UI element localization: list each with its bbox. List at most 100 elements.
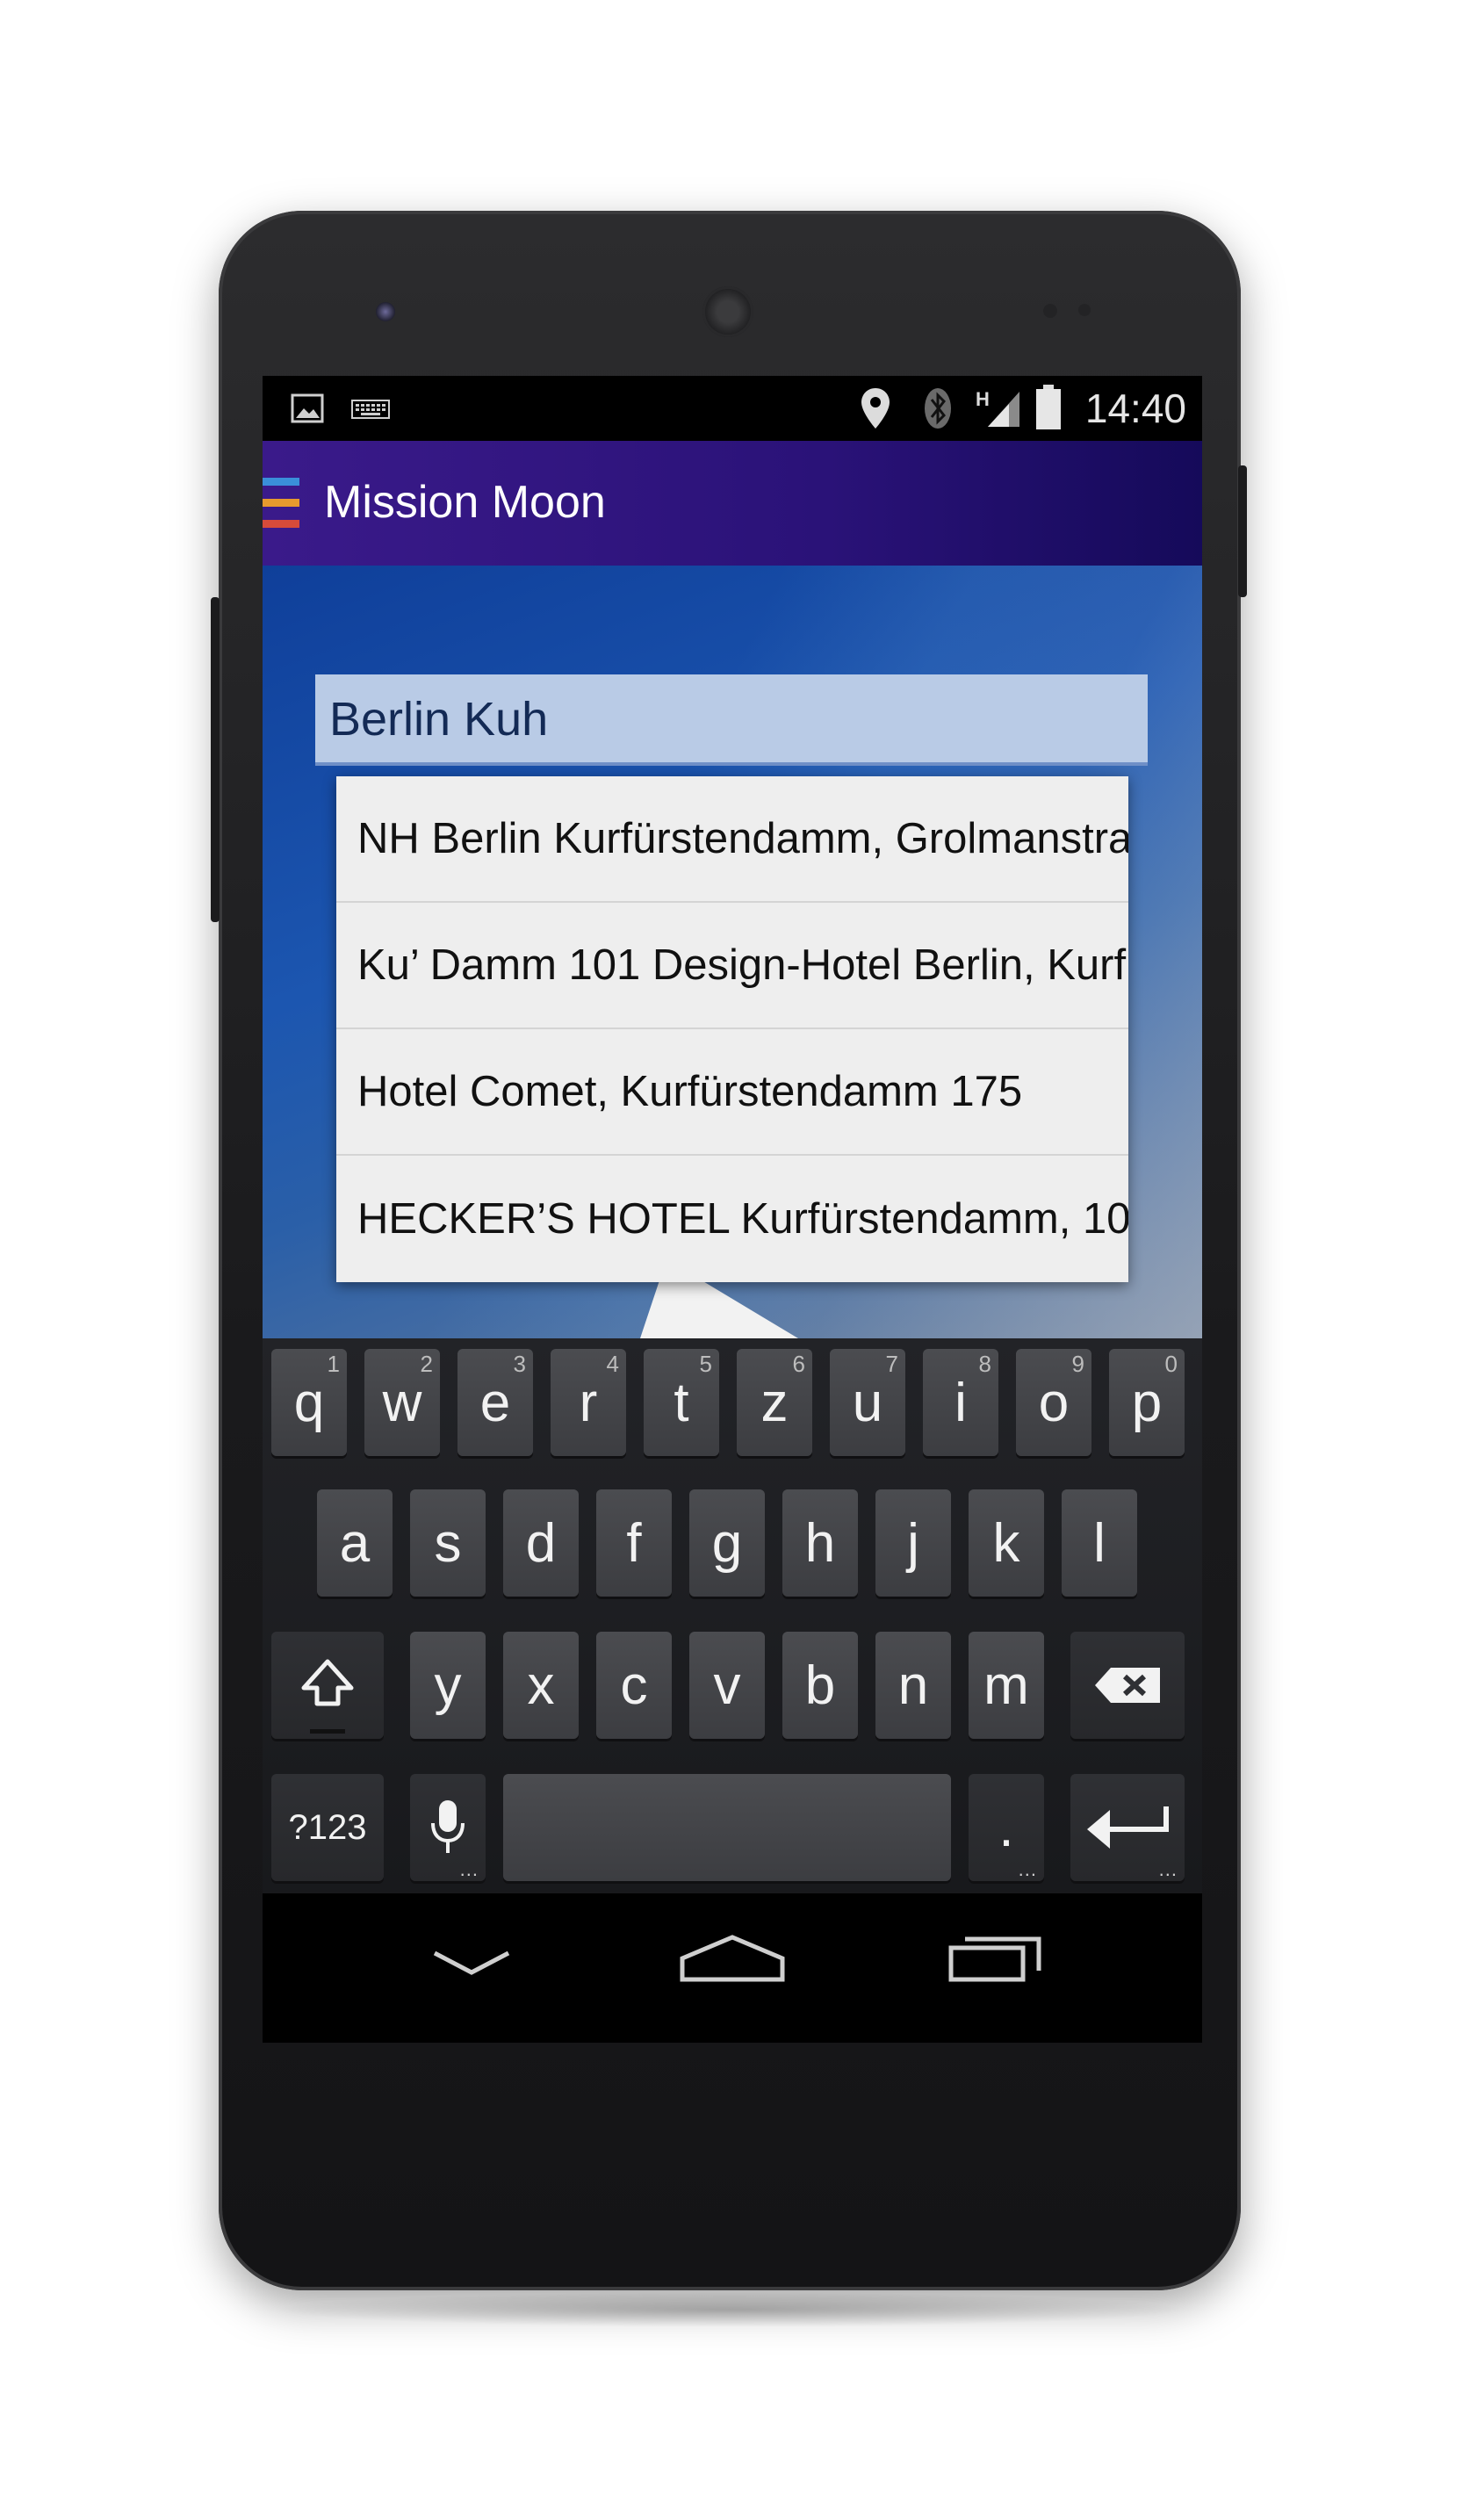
network-type: H [976, 388, 990, 410]
search-input[interactable] [328, 674, 1139, 764]
key-v[interactable]: v [689, 1632, 765, 1739]
key-hint: 8 [978, 1351, 991, 1377]
key-h[interactable]: h [782, 1489, 858, 1597]
more-indicator: ... [1158, 1858, 1178, 1880]
key-label: q [293, 1372, 325, 1433]
signal-icon: H [976, 388, 1019, 427]
key-label: t [674, 1372, 689, 1433]
home-icon[interactable] [679, 1932, 786, 1985]
key-i[interactable]: i8 [923, 1349, 998, 1456]
screen: H 14:40 Mission Moon NH Berlin Kurfürste… [263, 376, 1202, 2043]
key-hint: 3 [513, 1351, 526, 1377]
key-label: c [620, 1655, 648, 1716]
key-o[interactable]: o9 [1016, 1349, 1091, 1456]
key-label: w [382, 1372, 422, 1433]
keyboard: q1 w2 e3 r4 t5 z6 u7 i8 o9 p0 a s d f g … [263, 1338, 1202, 1893]
key-s[interactable]: s [410, 1489, 486, 1597]
key-label: d [525, 1512, 557, 1574]
symbols-key[interactable]: ?123 [271, 1774, 384, 1881]
keyboard-icon [351, 400, 390, 419]
autocomplete-dropdown: NH Berlin Kurfürstendamm, Grolmanstraße … [336, 776, 1128, 1282]
key-hint: 0 [1164, 1351, 1178, 1377]
battery-icon [1036, 385, 1061, 429]
enter-icon [1087, 1806, 1169, 1849]
suggestion-item[interactable]: NH Berlin Kurfürstendamm, Grolmanstraße [336, 776, 1128, 903]
shift-key[interactable] [271, 1632, 384, 1739]
key-m[interactable]: m [969, 1632, 1044, 1739]
navigation-bar [263, 1893, 1202, 2043]
key-a[interactable]: a [317, 1489, 393, 1597]
key-hint: 6 [792, 1351, 805, 1377]
recents-icon[interactable] [947, 1932, 1044, 1985]
key-k[interactable]: k [969, 1489, 1044, 1597]
key-d[interactable]: d [503, 1489, 579, 1597]
microphone-key[interactable]: ... [410, 1774, 486, 1881]
volume-button[interactable] [211, 597, 220, 922]
key-label: m [983, 1655, 1029, 1716]
key-l[interactable]: l [1062, 1489, 1137, 1597]
search-field[interactable] [315, 674, 1148, 766]
key-label: u [852, 1372, 883, 1433]
shift-indicator [310, 1729, 345, 1734]
action-bar: Mission Moon [263, 441, 1202, 566]
key-label: j [907, 1512, 919, 1574]
key-f[interactable]: f [596, 1489, 672, 1597]
key-t[interactable]: t5 [644, 1349, 719, 1456]
earpiece-speaker [702, 286, 753, 337]
bluetooth-icon [925, 388, 951, 429]
image-icon [291, 393, 324, 423]
key-label: y [434, 1655, 462, 1716]
key-x[interactable]: x [503, 1632, 579, 1739]
key-label: g [711, 1512, 743, 1574]
app-title: Mission Moon [324, 477, 606, 528]
front-camera [376, 302, 395, 321]
symbols-label: ?123 [288, 1807, 367, 1847]
light-sensor [1078, 304, 1091, 316]
suggestion-item[interactable]: HECKER’S HOTEL Kurfürstendamm, 10623 [336, 1156, 1128, 1282]
enter-key[interactable]: ... [1070, 1774, 1185, 1881]
key-label: a [339, 1512, 371, 1574]
key-label: s [434, 1512, 462, 1574]
key-y[interactable]: y [410, 1632, 486, 1739]
space-bar[interactable] [503, 1774, 951, 1881]
key-label: e [479, 1372, 511, 1433]
key-hint: 9 [1071, 1351, 1084, 1377]
key-label: z [760, 1372, 789, 1433]
key-label: f [626, 1512, 642, 1574]
key-n[interactable]: n [875, 1632, 951, 1739]
backspace-icon [1095, 1668, 1160, 1703]
key-c[interactable]: c [596, 1632, 672, 1739]
suggestion-item[interactable]: Ku’ Damm 101 Design-Hotel Berlin, Kurfür… [336, 903, 1128, 1029]
key-e[interactable]: e3 [457, 1349, 533, 1456]
key-j[interactable]: j [875, 1489, 951, 1597]
key-p[interactable]: p0 [1109, 1349, 1185, 1456]
key-g[interactable]: g [689, 1489, 765, 1597]
location-icon [861, 388, 890, 429]
backspace-key[interactable] [1070, 1632, 1185, 1739]
period-key[interactable]: . ... [969, 1774, 1044, 1881]
key-hint: 5 [699, 1351, 712, 1377]
key-label: k [992, 1512, 1020, 1574]
key-label: p [1131, 1372, 1163, 1433]
hide-keyboard-icon[interactable] [429, 1946, 514, 1981]
key-z[interactable]: z6 [737, 1349, 812, 1456]
key-label: l [1093, 1512, 1106, 1574]
clock: 14:40 [1084, 386, 1186, 431]
key-b[interactable]: b [782, 1632, 858, 1739]
key-w[interactable]: w2 [364, 1349, 440, 1456]
key-u[interactable]: u7 [830, 1349, 905, 1456]
status-bar: H 14:40 [263, 376, 1202, 441]
key-r[interactable]: r4 [551, 1349, 626, 1456]
power-button[interactable] [1238, 465, 1247, 597]
more-indicator: ... [1018, 1858, 1037, 1880]
key-label: o [1038, 1372, 1070, 1433]
key-hint: 2 [420, 1351, 433, 1377]
key-label: v [713, 1655, 741, 1716]
shift-icon [301, 1659, 354, 1706]
suggestion-item[interactable]: Hotel Comet, Kurfürstendamm 175 [336, 1029, 1128, 1156]
key-label: n [897, 1655, 929, 1716]
key-label: b [804, 1655, 836, 1716]
drawer-icon[interactable] [263, 478, 299, 530]
key-label: i [955, 1372, 967, 1433]
key-q[interactable]: q1 [271, 1349, 347, 1456]
